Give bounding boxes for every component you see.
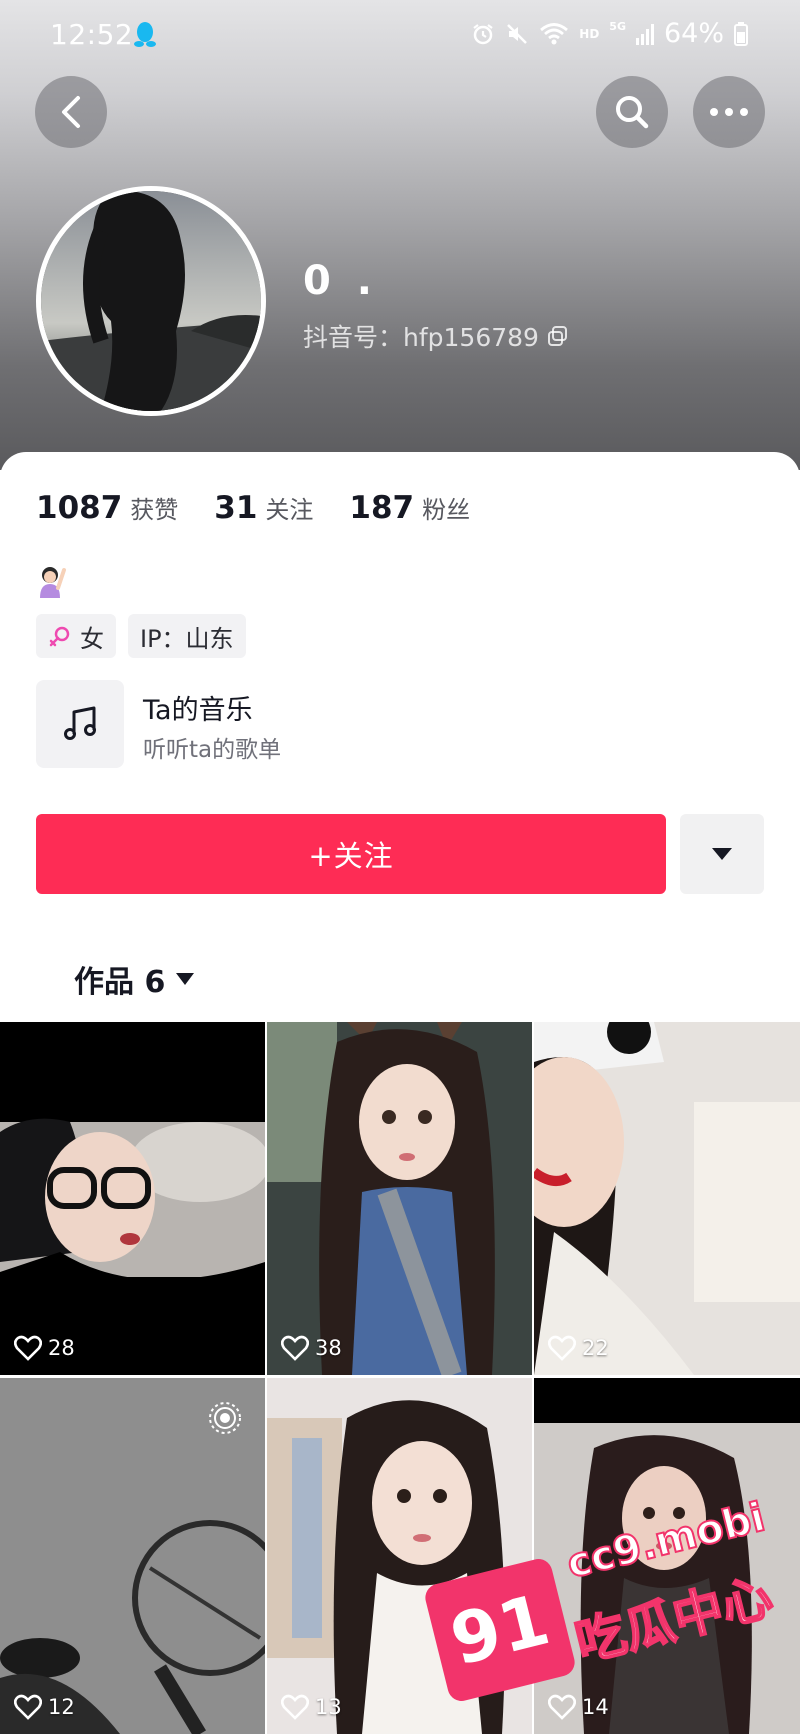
video-cover-image (0, 1022, 265, 1375)
douyin-id-text: 抖音号：hfp156789 (303, 323, 539, 352)
battery-percent: 64% (663, 18, 724, 49)
music-title: Ta的音乐 (143, 695, 253, 726)
like-count: 13 (281, 1694, 342, 1720)
douyin-id[interactable]: 抖音号：hfp156789 (303, 318, 569, 354)
heart-icon (14, 1694, 42, 1720)
caret-down-icon (176, 973, 195, 985)
status-time: 12:52 (50, 18, 134, 51)
video-thumbnail[interactable]: 22 (534, 1022, 800, 1375)
video-cover-image (534, 1022, 800, 1375)
profile-info-card: 1087 获赞 31 关注 187 粉丝 女 IP：山东 Ta的音乐 听听ta的… (0, 452, 800, 1022)
signal-5g-label: 5G (609, 20, 626, 33)
like-count-value: 22 (582, 1336, 609, 1360)
female-icon (49, 626, 70, 647)
recommend-dropdown-button[interactable] (680, 814, 764, 894)
bio-emoji-icon (40, 567, 66, 598)
heart-icon (281, 1694, 309, 1720)
mute-icon (507, 23, 528, 44)
copy-icon[interactable] (547, 325, 569, 347)
follow-button[interactable]: +关注 (36, 814, 666, 894)
profile-stats: 1087 获赞 31 关注 187 粉丝 (36, 490, 506, 526)
tab-works[interactable]: 作品 6 (74, 957, 195, 1001)
gender-tag: 女 (36, 614, 116, 658)
network-hd-label: HD (579, 26, 600, 41)
music-note-icon (64, 706, 96, 740)
heart-icon (14, 1335, 42, 1361)
wifi-icon (540, 22, 569, 44)
search-button[interactable] (596, 76, 668, 148)
profile-tags: 女 IP：山东 (36, 614, 246, 658)
profile-name: 0 . (303, 258, 378, 304)
video-thumbnail[interactable]: 12 (0, 1378, 265, 1734)
stat-value: 31 (214, 490, 258, 526)
alarm-icon (473, 23, 493, 44)
music-icon-container (36, 680, 124, 768)
site-watermark: 91 cc9.mobi 吃瓜中心 (422, 1490, 785, 1720)
chevron-left-icon (62, 96, 80, 128)
like-count: 38 (281, 1335, 342, 1361)
music-subtitle: 听听ta的歌单 (143, 737, 282, 763)
profile-avatar[interactable] (36, 186, 266, 416)
video-thumbnail[interactable]: 38 (267, 1022, 532, 1375)
stat-followers[interactable]: 187 粉丝 (349, 490, 470, 526)
ip-location-tag: IP：山东 (128, 614, 246, 658)
more-dots-icon (710, 108, 748, 116)
qq-penguin-icon (134, 22, 156, 47)
caret-down-icon (712, 848, 732, 860)
live-photo-icon (209, 1402, 241, 1434)
like-count-value: 13 (315, 1695, 342, 1719)
stat-value: 1087 (36, 490, 123, 526)
stat-following[interactable]: 31 关注 (214, 490, 313, 526)
status-indicators: HD 5G 64% (471, 18, 748, 49)
like-count-value: 28 (48, 1336, 75, 1360)
video-cover-image (267, 1022, 532, 1375)
ip-label: IP：山东 (140, 624, 234, 653)
stat-label: 关注 (265, 496, 314, 524)
like-count: 12 (14, 1694, 75, 1720)
like-count-value: 38 (315, 1336, 342, 1360)
stat-likes[interactable]: 1087 获赞 (36, 490, 178, 526)
stat-value: 187 (349, 490, 415, 526)
more-options-button[interactable] (693, 76, 765, 148)
avatar-image (41, 191, 261, 411)
gender-label: 女 (80, 624, 104, 653)
heart-icon (281, 1335, 309, 1361)
watermark-badge: 91 (422, 1556, 578, 1704)
battery-icon (734, 21, 748, 46)
watermark-badge-number: 91 (442, 1578, 558, 1682)
signal-bars-icon (635, 23, 654, 45)
stat-label: 获赞 (130, 496, 179, 524)
search-icon (616, 96, 649, 129)
back-button[interactable] (35, 76, 107, 148)
like-count-value: 12 (48, 1695, 75, 1719)
like-count: 28 (14, 1335, 75, 1361)
heart-icon (548, 1335, 576, 1361)
status-bar: 12:52 HD 5G 64% (0, 14, 800, 58)
music-entry[interactable]: Ta的音乐 听听ta的歌单 (36, 680, 736, 768)
stat-label: 粉丝 (422, 496, 471, 524)
works-tab-label: 作品 6 (74, 965, 166, 1000)
video-thumbnail[interactable]: 28 (0, 1022, 265, 1375)
like-count: 22 (548, 1335, 609, 1361)
